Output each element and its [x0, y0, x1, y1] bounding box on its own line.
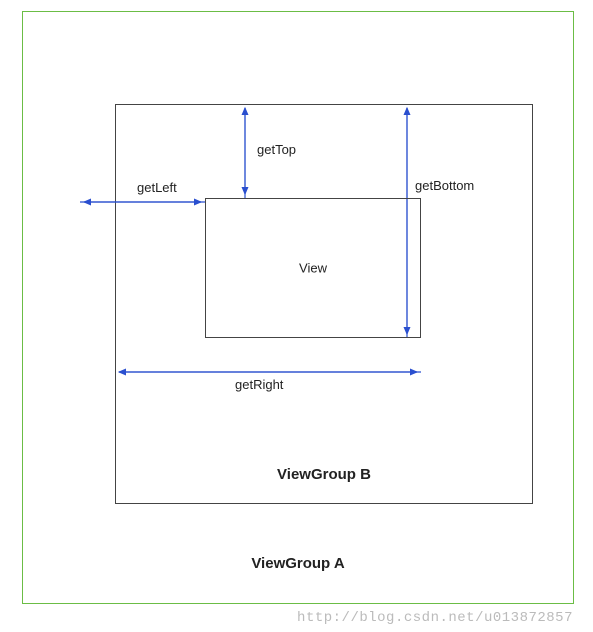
- view-box: View: [205, 198, 421, 338]
- viewgroup-a-box: getTop getLeft getBottom getRight View V…: [22, 11, 574, 604]
- viewgroup-b-box: getTop getLeft getBottom getRight View V…: [115, 104, 533, 504]
- view-label: View: [299, 261, 327, 276]
- getright-label: getRight: [235, 377, 283, 392]
- getbottom-label: getBottom: [415, 178, 474, 193]
- gettop-label: getTop: [257, 142, 296, 157]
- watermark-text: http://blog.csdn.net/u013872857: [297, 610, 573, 626]
- viewgroup-b-label: ViewGroup B: [277, 466, 371, 483]
- viewgroup-a-label: ViewGroup A: [251, 555, 344, 572]
- getleft-label: getLeft: [137, 180, 177, 195]
